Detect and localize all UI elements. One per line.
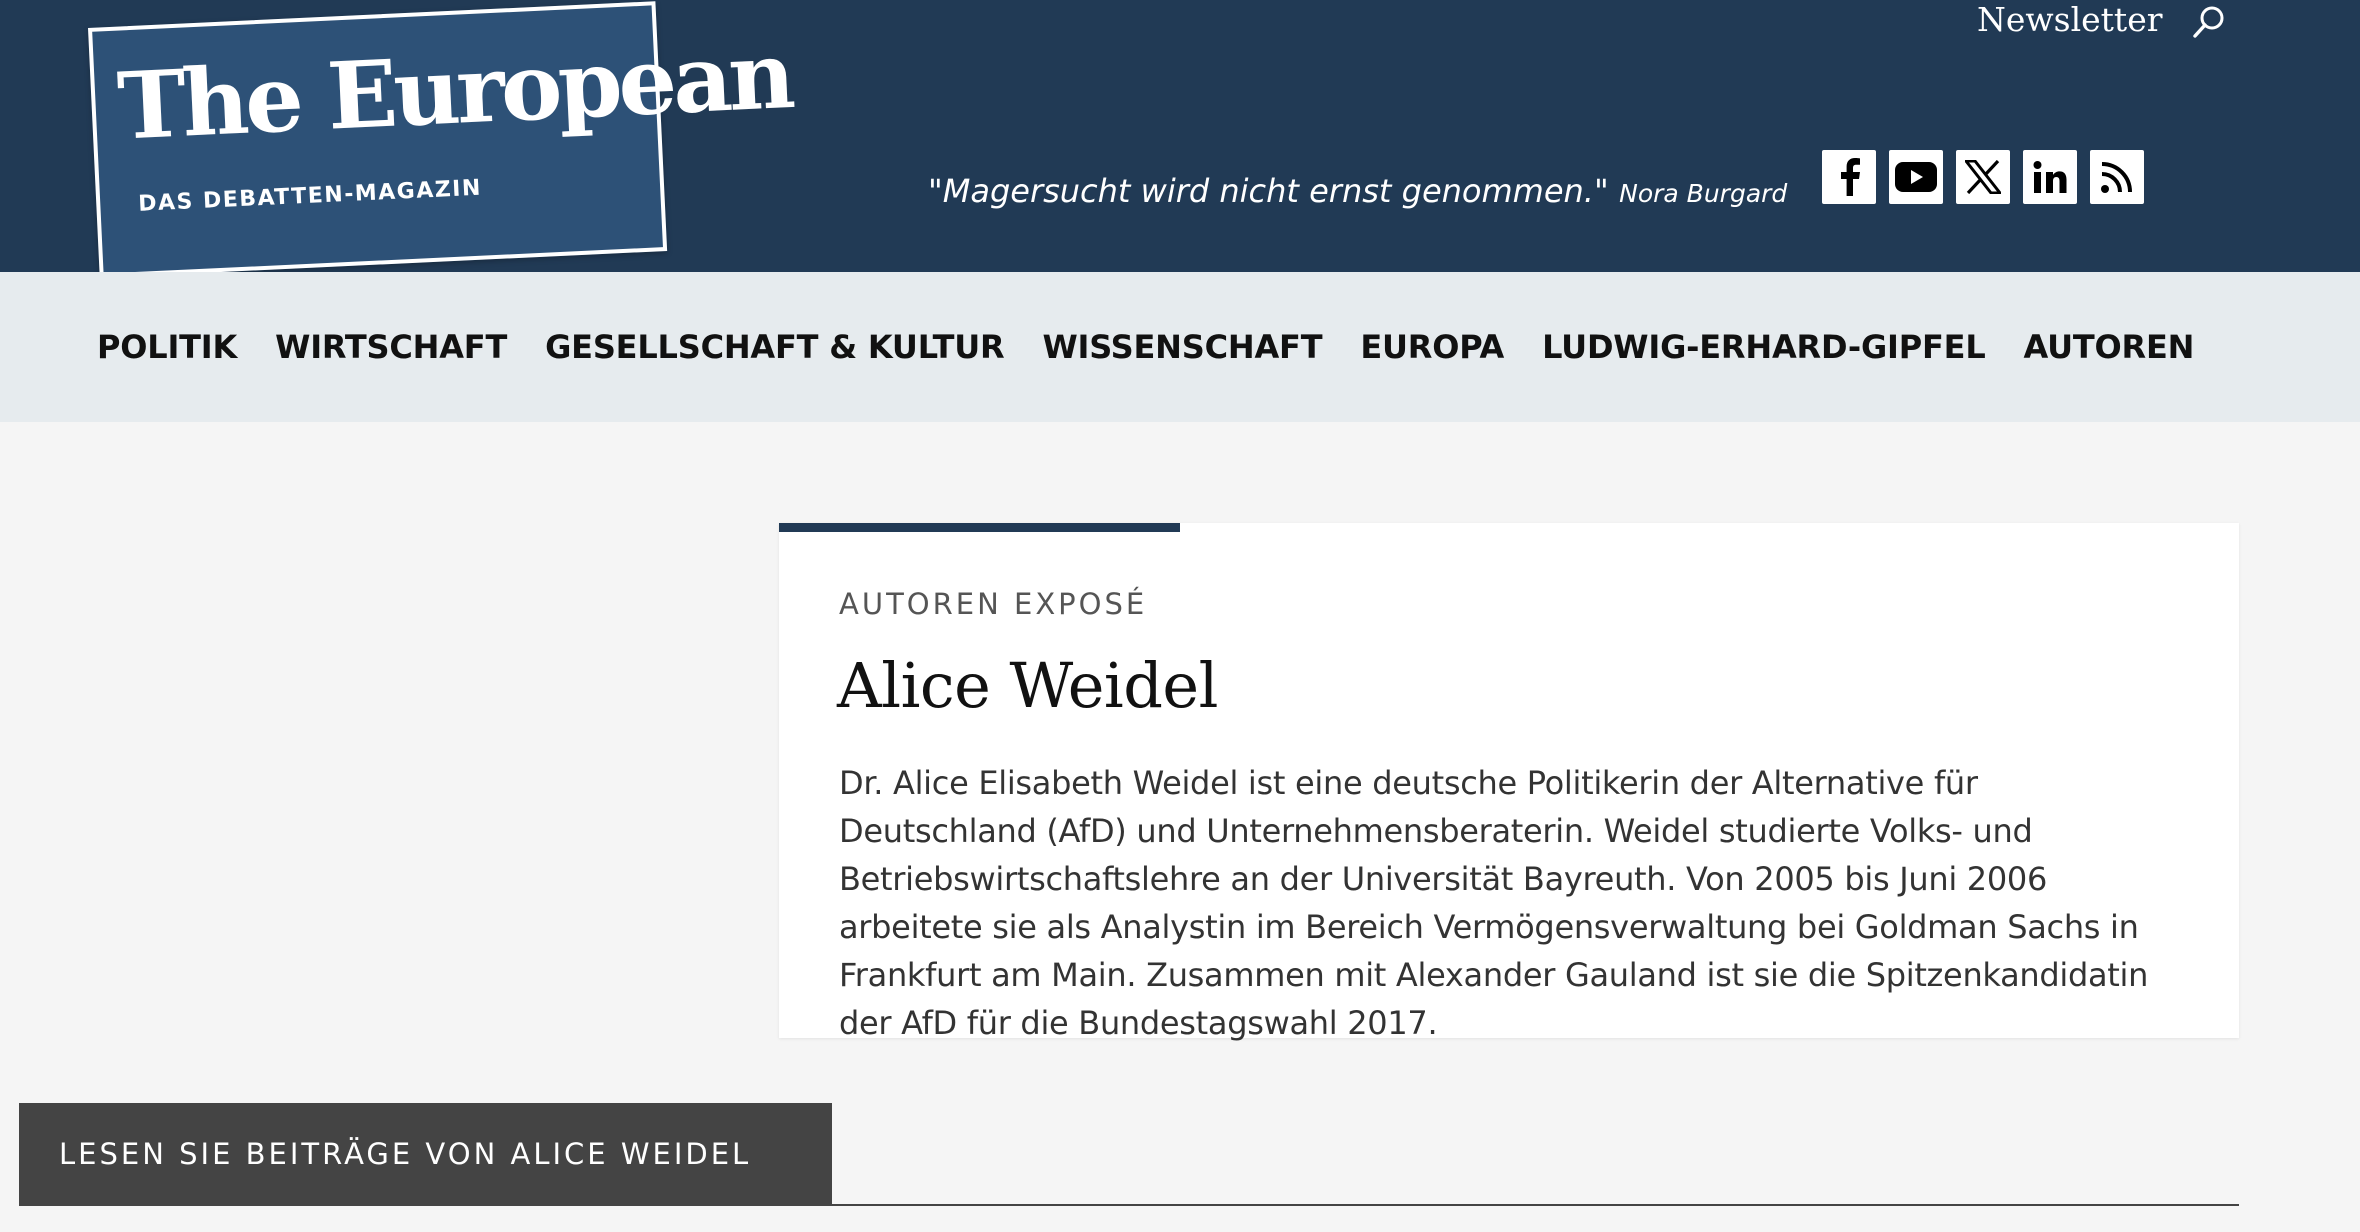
nav-item-politik[interactable]: POLITIK <box>97 328 237 366</box>
linkedin-icon[interactable] <box>2023 150 2077 204</box>
main-nav: POLITIK WIRTSCHAFT GESELLSCHAFT & KULTUR… <box>0 272 2360 422</box>
social-links <box>1822 150 2144 204</box>
nav-item-wissenschaft[interactable]: WISSENSCHAFT <box>1042 328 1322 366</box>
facebook-icon[interactable] <box>1822 150 1876 204</box>
card-accent-bar <box>779 523 1180 532</box>
nav-item-gesellschaft-kultur[interactable]: GESELLSCHAFT & KULTUR <box>545 328 1005 366</box>
header-quote[interactable]: "Magersucht wird nicht ernst genommen." … <box>928 172 1787 210</box>
author-kicker: AUTOREN EXPOSÉ <box>839 587 1148 621</box>
newsletter-link[interactable]: Newsletter <box>1977 0 2163 39</box>
quote-text: "Magersucht wird nicht ernst genommen." <box>928 172 1609 210</box>
rss-icon[interactable] <box>2090 150 2144 204</box>
site-logo[interactable]: The European DAS DEBATTEN-MAGAZIN <box>88 1 794 278</box>
x-icon[interactable] <box>1956 150 2010 204</box>
nav-list: POLITIK WIRTSCHAFT GESELLSCHAFT & KULTUR… <box>97 272 2194 422</box>
logo-title: The European <box>115 20 794 161</box>
author-name: Alice Weidel <box>837 649 1218 722</box>
author-bio: Dr. Alice Elisabeth Weidel ist eine deut… <box>839 764 2149 1042</box>
search-icon[interactable] <box>2190 2 2230 42</box>
articles-divider <box>19 1204 2239 1206</box>
site-header: The European DAS DEBATTEN-MAGAZIN Newsle… <box>0 0 2360 278</box>
youtube-icon[interactable] <box>1889 150 1943 204</box>
nav-item-autoren[interactable]: AUTOREN <box>2024 328 2195 366</box>
nav-item-wirtschaft[interactable]: WIRTSCHAFT <box>275 328 507 366</box>
author-card: AUTOREN EXPOSÉ Alice Weidel Dr. Alice El… <box>779 523 2239 1042</box>
nav-item-ludwig-erhard-gipfel[interactable]: LUDWIG-ERHARD-GIPFEL <box>1542 328 1986 366</box>
logo-subtitle: DAS DEBATTEN-MAGAZIN <box>137 175 483 217</box>
articles-tab[interactable]: LESEN SIE BEITRÄGE VON ALICE WEIDEL <box>19 1103 832 1204</box>
quote-author: Nora Burgard <box>1619 179 1788 208</box>
nav-item-europa[interactable]: EUROPA <box>1360 328 1504 366</box>
